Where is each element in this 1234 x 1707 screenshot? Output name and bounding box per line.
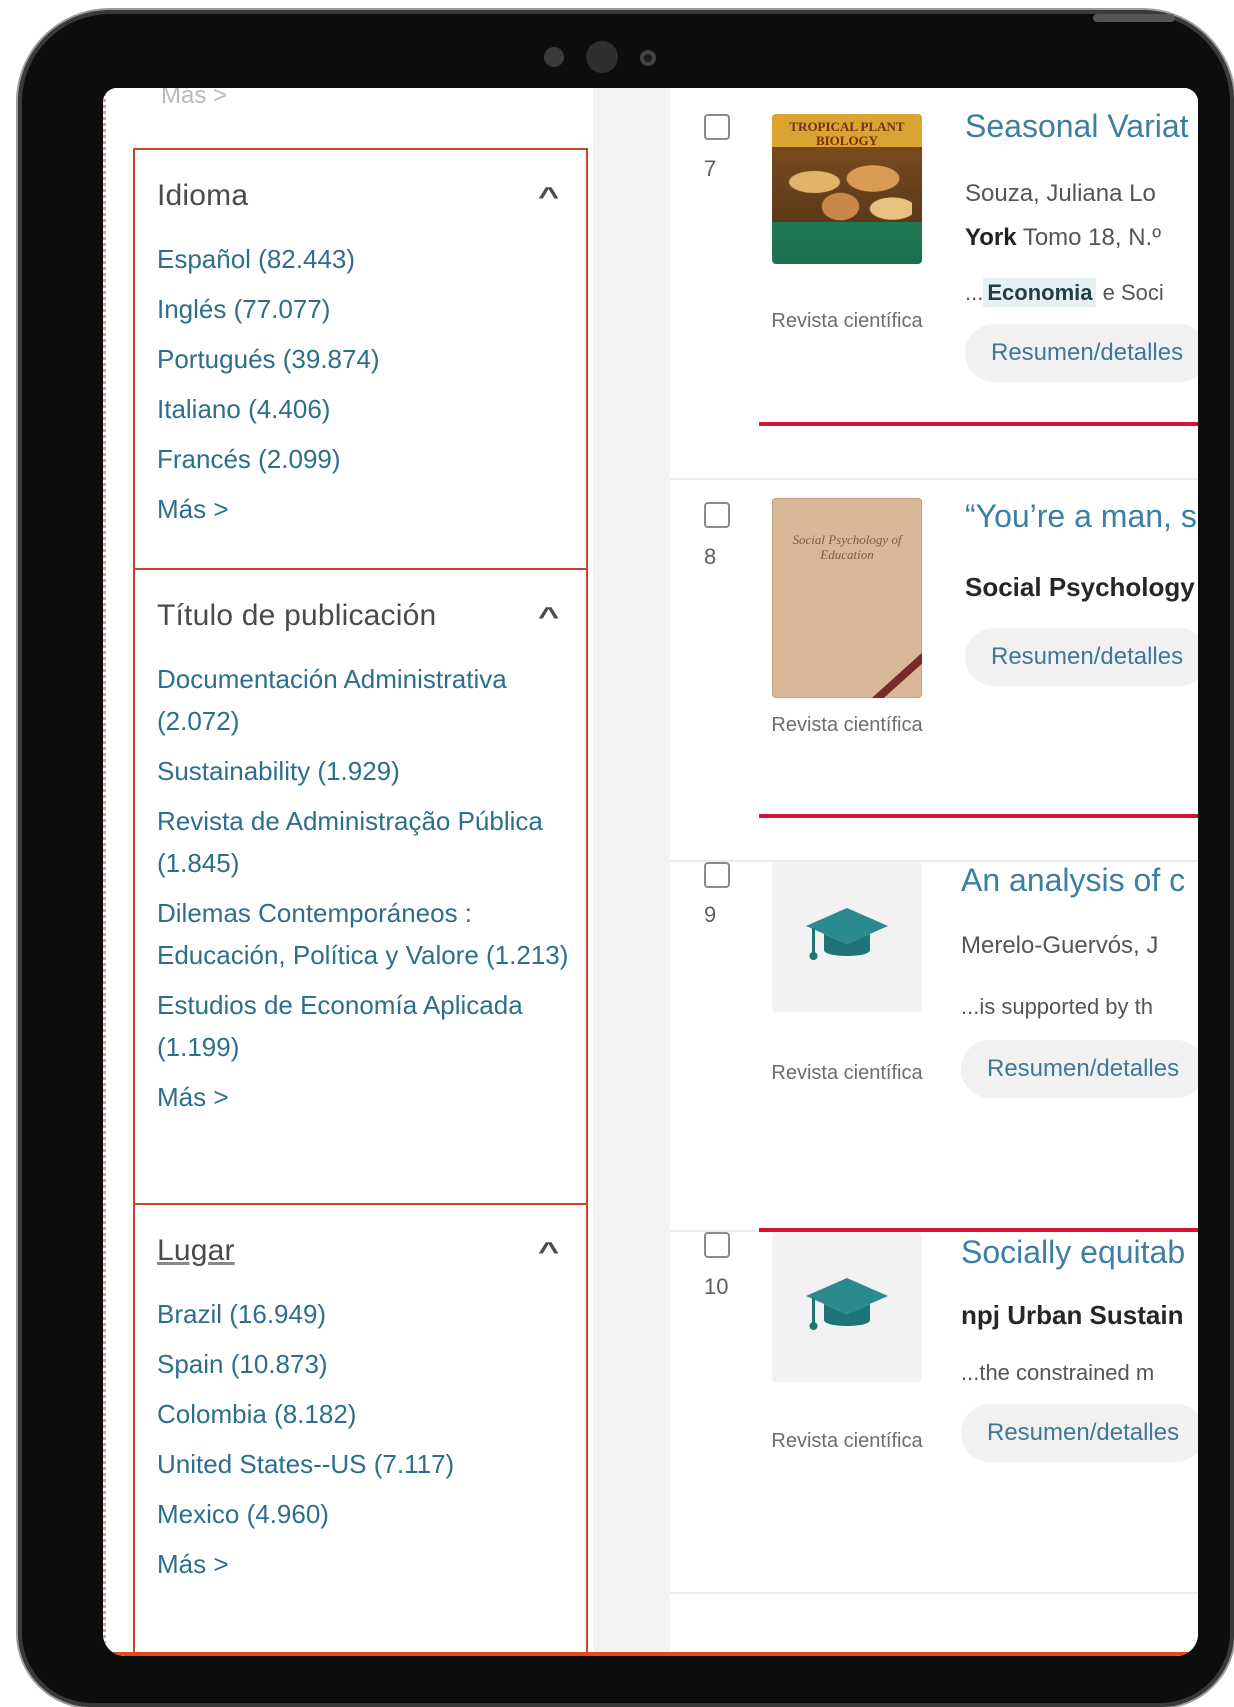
tablet-screen: Más > Idioma ^ Español (82.443) Inglés (… (103, 88, 1198, 1656)
facet-header[interactable]: Lugar ^ (135, 1205, 586, 1275)
filter-sidebar: Más > Idioma ^ Español (82.443) Inglés (… (103, 88, 593, 1656)
snippet-lead: ... (965, 280, 984, 305)
journal-cover-image[interactable]: TROPICAL PLANT BIOLOGY (772, 114, 922, 264)
facet-title: Lugar (157, 1234, 235, 1267)
resource-type: Revista científica (771, 1430, 923, 1452)
result-item: 7 TROPICAL PLANT BIOLOGY Revista científ… (670, 88, 1198, 478)
result-authors: Souza, Juliana Lo (965, 180, 1156, 207)
result-title[interactable]: Seasonal Variat (965, 108, 1189, 145)
result-title[interactable]: An analysis of c (961, 862, 1185, 899)
power-button (1093, 14, 1175, 22)
facet-title: Idioma (157, 179, 249, 212)
facet-options: Brazil (16.949) Spain (10.873) Colombia … (135, 1275, 586, 1535)
result-snippet: ... Economia e Soci (965, 278, 1164, 307)
source-highlight: York (965, 224, 1017, 251)
result-authors: Merelo-Guervós, J (961, 932, 1159, 959)
facet-option[interactable]: Brazil (16.949) (157, 1293, 564, 1335)
result-number: 10 (704, 1274, 729, 1299)
result-publication: npj Urban Sustain (961, 1300, 1184, 1330)
snippet-text: e Soci (1096, 280, 1164, 305)
result-source: York Tomo 18, N.º (965, 224, 1161, 252)
facet-option[interactable]: Colombia (8.182) (157, 1393, 564, 1435)
facet-option[interactable]: Francés (2.099) (157, 438, 564, 480)
facet-option[interactable]: Portugués (39.874) (157, 338, 564, 380)
annotation-line (759, 1228, 1198, 1232)
camera-lens-icon (640, 50, 656, 66)
result-snippet: ...the constrained m (961, 1360, 1155, 1385)
select-checkbox[interactable] (704, 502, 730, 528)
journal-cover-image[interactable]: Social Psychology of Education (772, 498, 922, 698)
facet-titulo-publicacion: Título de publicación ^ Documentación Ad… (133, 568, 588, 1205)
result-snippet: ...is supported by th (961, 994, 1153, 1019)
result-title[interactable]: “You’re a man, s (965, 498, 1197, 535)
select-checkbox[interactable] (704, 1232, 730, 1258)
result-item: 9 Revista científica An analysis of c Me… (670, 862, 1198, 1230)
more-link[interactable]: Más > (135, 1543, 586, 1585)
facet-option[interactable]: Español (82.443) (157, 238, 564, 280)
annotation-line (759, 814, 1198, 818)
facet-option[interactable]: Estudios de Economía Aplicada (1.199) (157, 984, 576, 1068)
tablet-bezel: Más > Idioma ^ Español (82.443) Inglés (… (18, 10, 1234, 1707)
chevron-up-icon[interactable]: ^ (538, 1236, 559, 1267)
facet-idioma: Idioma ^ Español (82.443) Inglés (77.077… (133, 148, 588, 570)
resource-placeholder[interactable] (772, 862, 922, 1012)
resource-placeholder[interactable] (772, 1232, 922, 1382)
facet-header[interactable]: Idioma ^ (135, 150, 586, 220)
graduation-cap-icon (806, 908, 888, 960)
facet-option[interactable]: Dilemas Contemporáneos : Educación, Polí… (157, 892, 576, 976)
details-button[interactable]: Resumen/detalles (965, 324, 1198, 382)
resource-type: Revista científica (771, 1062, 923, 1084)
details-button[interactable]: Resumen/detalles (961, 1404, 1198, 1462)
more-link[interactable]: Más > (135, 1076, 586, 1118)
facet-option[interactable]: Revista de Administração Pública (1.845) (157, 800, 576, 884)
chevron-up-icon[interactable]: ^ (538, 601, 559, 632)
result-number: 7 (704, 156, 717, 181)
graduation-cap-icon (806, 1278, 888, 1330)
annotation-line (759, 422, 1198, 426)
cover-title: Social Psychology of Education (792, 532, 902, 562)
result-title[interactable]: Socially equitab (961, 1234, 1185, 1271)
facet-option[interactable]: Inglés (77.077) (157, 288, 564, 330)
sensor-icon (544, 47, 564, 67)
source-detail: Tomo 18, N.º (1016, 224, 1161, 251)
facet-option[interactable]: Spain (10.873) (157, 1343, 564, 1385)
result-divider (670, 1592, 1198, 1594)
details-button[interactable]: Resumen/detalles (965, 628, 1198, 686)
keyword-highlight: Economia (983, 278, 1097, 307)
cocoa-pods-illustration (782, 154, 912, 224)
details-button[interactable]: Resumen/detalles (961, 1040, 1198, 1098)
results-panel: 7 TROPICAL PLANT BIOLOGY Revista científ… (593, 88, 1198, 1656)
cover-title: TROPICAL PLANT BIOLOGY (789, 119, 905, 148)
facet-option[interactable]: United States--US (7.117) (157, 1443, 564, 1485)
result-item: 10 Revista científica Socially equitab n… (670, 1232, 1198, 1612)
result-publication: Social Psychology (965, 572, 1195, 602)
facet-options: Español (82.443) Inglés (77.077) Portugu… (135, 220, 586, 480)
resource-type: Revista científica (771, 714, 923, 736)
chevron-up-icon[interactable]: ^ (538, 181, 559, 212)
result-number: 9 (704, 902, 717, 927)
facet-header[interactable]: Título de publicación ^ (135, 570, 586, 640)
more-link[interactable]: Más > (135, 488, 586, 530)
facet-lugar: Lugar ^ Brazil (16.949) Spain (10.873) C… (133, 1203, 588, 1656)
resource-type: Revista científica (771, 310, 923, 332)
more-link-previous-facet[interactable]: Más > (161, 88, 227, 110)
facet-option[interactable]: Mexico (4.960) (157, 1493, 564, 1535)
select-checkbox[interactable] (704, 862, 730, 888)
facet-option[interactable]: Documentación Administrativa (2.072) (157, 658, 576, 742)
results-list: 7 TROPICAL PLANT BIOLOGY Revista científ… (670, 88, 1198, 1656)
screen-bottom-edge (103, 1652, 1198, 1656)
front-camera-icon (586, 41, 618, 73)
result-item: 8 Social Psychology of Education Revista… (670, 480, 1198, 860)
facet-title: Título de publicación (157, 599, 437, 632)
facet-option[interactable]: Sustainability (1.929) (157, 750, 576, 792)
facet-options: Documentación Administrativa (2.072) Sus… (135, 640, 586, 1068)
result-number: 8 (704, 544, 717, 569)
cover-stripe (867, 648, 922, 698)
select-checkbox[interactable] (704, 114, 730, 140)
facet-option[interactable]: Italiano (4.406) (157, 388, 564, 430)
